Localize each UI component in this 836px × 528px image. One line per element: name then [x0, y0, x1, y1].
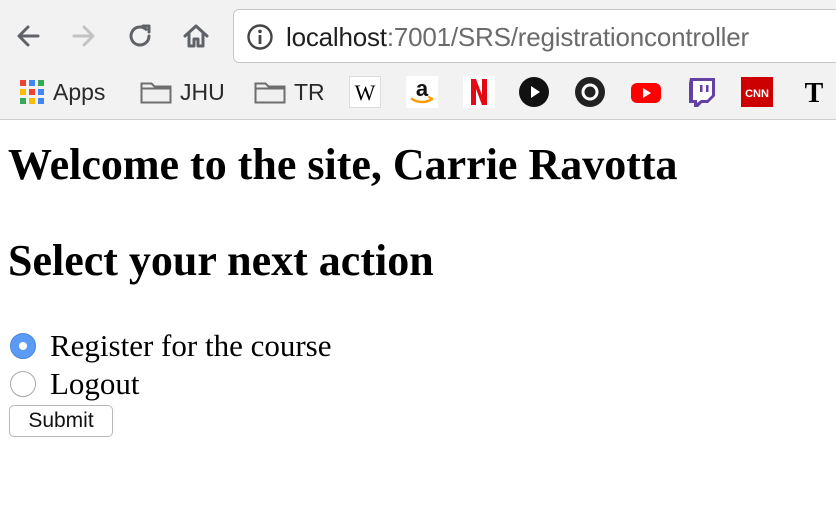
wikipedia-icon: W	[349, 76, 381, 108]
home-icon[interactable]	[178, 18, 214, 54]
amazon-icon: a	[406, 76, 438, 108]
option-register-label[interactable]: Register for the course	[50, 328, 331, 364]
bookmark-circle[interactable]	[574, 75, 606, 109]
address-bar[interactable]: localhost:7001/SRS/registrationcontrolle…	[233, 9, 836, 63]
bookmarks-bar: Apps JHU TR W a CNN T	[0, 72, 836, 112]
play-circle-icon	[519, 77, 549, 107]
twitch-icon	[689, 78, 715, 107]
option-logout[interactable]: Logout	[10, 366, 140, 402]
nytimes-glyph: T	[805, 78, 824, 108]
forward-icon[interactable]	[66, 18, 102, 54]
bookmark-amazon[interactable]: a	[406, 75, 438, 109]
nytimes-icon: T	[798, 76, 830, 108]
folder-icon	[140, 82, 172, 104]
browser-toolbar: localhost:7001/SRS/registrationcontrolle…	[0, 0, 836, 72]
info-icon[interactable]	[246, 23, 274, 51]
radio-logout[interactable]	[10, 371, 36, 397]
wikipedia-glyph: W	[355, 80, 376, 105]
browser-chrome: localhost:7001/SRS/registrationcontrolle…	[0, 0, 836, 120]
apps-grid-icon	[20, 80, 44, 104]
bookmark-play[interactable]	[518, 75, 550, 109]
bookmark-jhu[interactable]: JHU	[140, 75, 225, 109]
youtube-icon	[631, 83, 661, 103]
folder-icon	[254, 82, 286, 104]
cnn-icon: CNN	[741, 77, 773, 107]
cnn-glyph: CNN	[745, 88, 769, 100]
welcome-heading: Welcome to the site, Carrie Ravotta	[8, 140, 678, 189]
bookmark-apps[interactable]: Apps	[19, 75, 105, 109]
bookmark-netflix[interactable]	[463, 75, 495, 109]
bookmark-nytimes[interactable]: T	[798, 75, 830, 109]
url-path: :7001/SRS/registrationcontroller	[386, 22, 749, 52]
bookmark-youtube[interactable]	[630, 75, 662, 109]
option-logout-label[interactable]: Logout	[50, 366, 140, 402]
netflix-icon	[463, 76, 495, 108]
bookmark-tr[interactable]: TR	[254, 75, 325, 109]
submit-button[interactable]: Submit	[9, 405, 113, 437]
url-host: localhost	[286, 22, 387, 52]
reload-icon[interactable]	[122, 18, 158, 54]
bookmark-twitch[interactable]	[686, 75, 718, 109]
action-heading: Select your next action	[8, 236, 434, 285]
amazon-glyph: a	[416, 76, 429, 101]
bookmark-label: TR	[294, 78, 325, 105]
option-register[interactable]: Register for the course	[10, 328, 331, 364]
bookmark-cnn[interactable]: CNN	[741, 75, 773, 109]
circle-record-icon	[575, 77, 605, 107]
radio-register[interactable]	[10, 333, 36, 359]
bookmark-label: JHU	[180, 78, 225, 105]
url-text: localhost:7001/SRS/registrationcontrolle…	[286, 21, 749, 53]
page-content: Welcome to the site, Carrie Ravotta Sele…	[0, 120, 836, 528]
bookmark-label: Apps	[53, 78, 106, 105]
bookmark-wikipedia[interactable]: W	[349, 75, 381, 109]
back-icon[interactable]	[10, 18, 46, 54]
